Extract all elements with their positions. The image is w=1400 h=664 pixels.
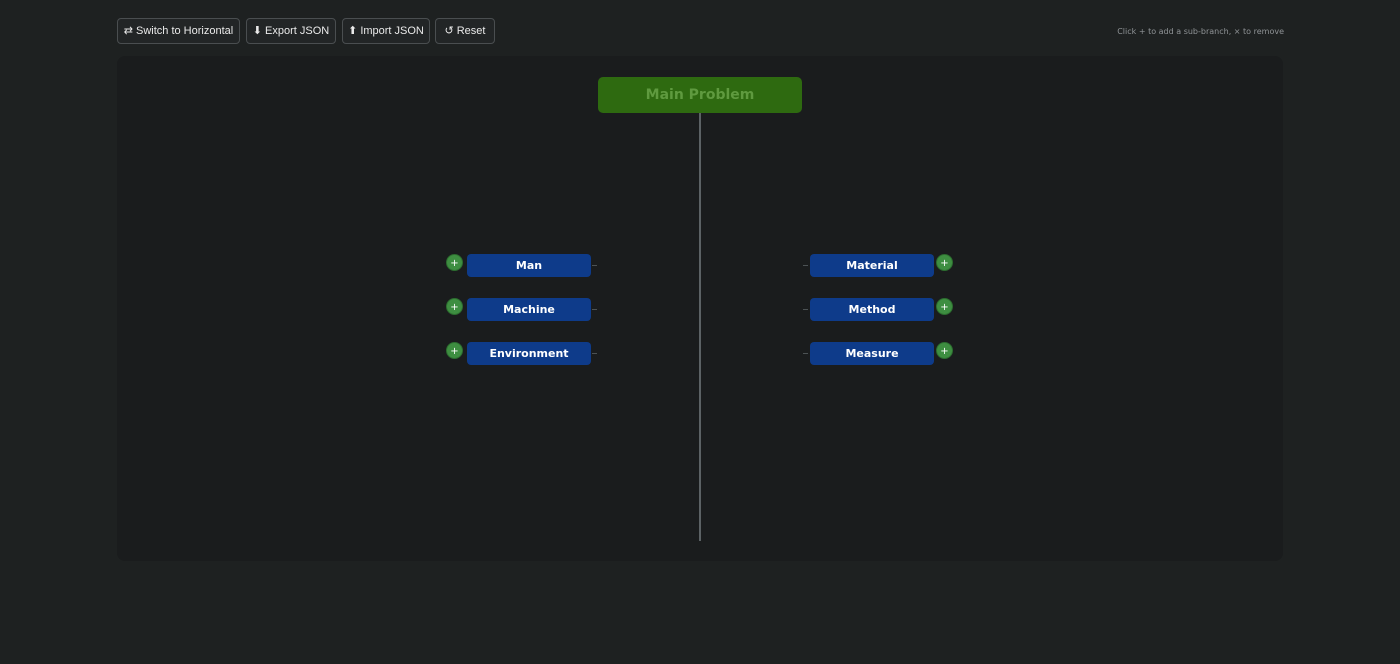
upload-arrow-icon: ⬆ [348, 25, 358, 37]
branch-connector [592, 309, 597, 310]
switch-orientation-label: Switch to Horizontal [136, 25, 234, 37]
reset-button[interactable]: ↺ Reset [435, 18, 495, 44]
add-subbranch-machine-button[interactable]: + [446, 298, 463, 315]
category-machine[interactable]: Machine [467, 298, 591, 321]
category-measure[interactable]: Measure [810, 342, 934, 365]
branch-connector [803, 265, 808, 266]
branch-connector [803, 309, 808, 310]
export-json-button[interactable]: ⬇ Export JSON [246, 18, 336, 44]
swap-arrows-icon: ⇄ [123, 25, 133, 37]
switch-orientation-button[interactable]: ⇄ Switch to Horizontal [117, 18, 240, 44]
reset-label: Reset [456, 25, 486, 37]
export-json-label: Export JSON [265, 25, 330, 37]
import-json-button[interactable]: ⬆ Import JSON [342, 18, 430, 44]
add-subbranch-method-button[interactable]: + [936, 298, 953, 315]
usage-hint: Click + to add a sub-branch, × to remove [1117, 27, 1284, 36]
add-subbranch-measure-button[interactable]: + [936, 342, 953, 359]
category-environment[interactable]: Environment [467, 342, 591, 365]
category-man[interactable]: Man [467, 254, 591, 277]
category-material[interactable]: Material [810, 254, 934, 277]
add-subbranch-material-button[interactable]: + [936, 254, 953, 271]
add-subbranch-man-button[interactable]: + [446, 254, 463, 271]
fishbone-spine [699, 113, 701, 541]
branch-connector [803, 353, 808, 354]
category-method[interactable]: Method [810, 298, 934, 321]
main-problem-node[interactable]: Main Problem [598, 77, 802, 113]
branch-connector [592, 353, 597, 354]
import-json-label: Import JSON [360, 25, 424, 37]
reset-icon: ↺ [444, 25, 454, 37]
download-arrow-icon: ⬇ [252, 25, 263, 37]
branch-connector [592, 265, 597, 266]
add-subbranch-environment-button[interactable]: + [446, 342, 463, 359]
